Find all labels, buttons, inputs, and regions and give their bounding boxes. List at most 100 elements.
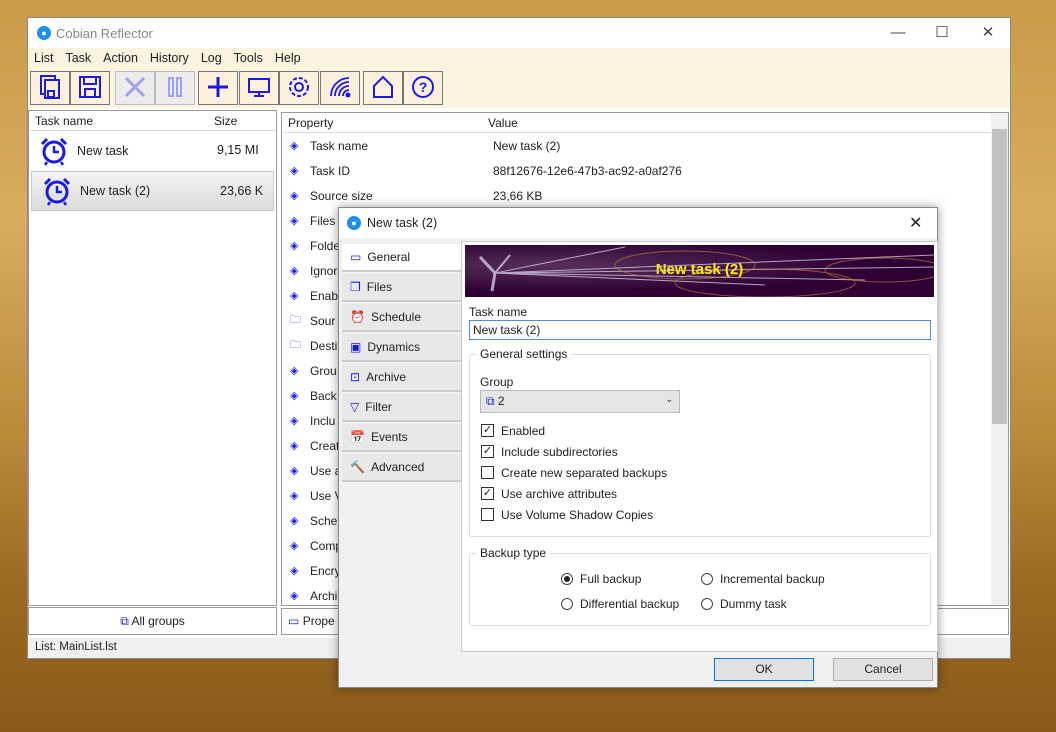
- tab-schedule[interactable]: ⏰ Schedule: [342, 304, 462, 332]
- tab-label: Dynamics: [367, 340, 421, 354]
- property-icon: ◈: [290, 390, 299, 402]
- property-name: Files: [310, 213, 336, 228]
- pause-button[interactable]: [155, 71, 195, 105]
- gear-icon: [286, 74, 312, 103]
- tab-icon: ⏰: [350, 310, 365, 324]
- property-name: Source size: [310, 188, 373, 203]
- pause-icon: [162, 74, 188, 103]
- maximize-button[interactable]: ☐: [922, 22, 962, 44]
- group-select[interactable]: ⧉ 2 ⌄: [480, 390, 680, 413]
- general-page: New task (2) Task name New task (2) Gene…: [461, 241, 938, 652]
- monitor-button[interactable]: [239, 71, 279, 105]
- signal-button[interactable]: [320, 71, 360, 105]
- menu-list[interactable]: List: [28, 48, 59, 65]
- tab-icon: ▣: [350, 340, 362, 354]
- property-header: Property Value: [282, 113, 1008, 133]
- save-list-button[interactable]: [30, 71, 70, 105]
- col-value[interactable]: Value: [488, 116, 518, 130]
- task-row[interactable]: New task 9,15 MI: [29, 131, 276, 171]
- checkbox[interactable]: [481, 466, 494, 479]
- ok-button[interactable]: OK: [714, 658, 814, 681]
- tab-label: Schedule: [370, 310, 421, 324]
- cancel-button[interactable]: Cancel: [833, 658, 933, 681]
- tab-filter[interactable]: ▽ Filter: [342, 394, 462, 422]
- radio-incremental-backup[interactable]: Incremental backup: [701, 568, 825, 589]
- property-icon: ◈: [290, 365, 299, 377]
- minimize-button[interactable]: —: [878, 22, 918, 44]
- tab-icon: ⊡: [350, 370, 361, 384]
- radio-button[interactable]: [561, 572, 573, 585]
- signal-icon: [327, 74, 353, 103]
- task-list-header: Task name Size: [29, 111, 276, 131]
- property-row[interactable]: ◈ Task ID 88f12676-12e6-47b3-ac92-a0af276: [282, 158, 1008, 183]
- tab-label: Archive: [366, 370, 407, 384]
- close-button[interactable]: ✕: [968, 22, 1008, 44]
- tab-files[interactable]: ❐ Files: [342, 274, 462, 302]
- monitor-icon: [246, 74, 272, 103]
- radio-full-backup[interactable]: Full backup: [561, 568, 641, 589]
- menu-log[interactable]: Log: [195, 48, 228, 65]
- checkbox-enabled[interactable]: ✓ Enabled: [481, 420, 667, 441]
- menu-tools[interactable]: Tools: [228, 48, 269, 65]
- checkbox-use-volume-shadow-copies[interactable]: Use Volume Shadow Copies: [481, 504, 667, 525]
- checkbox-use-archive-attributes[interactable]: ✓ Use archive attributes: [481, 483, 667, 504]
- radio-differential-backup[interactable]: Differential backup: [561, 593, 679, 614]
- menu-task[interactable]: Task: [59, 48, 97, 65]
- checkbox[interactable]: [481, 508, 494, 521]
- tab-dynamics[interactable]: ▣ Dynamics: [342, 334, 462, 362]
- property-name: Inclu: [310, 413, 336, 428]
- tab-archive[interactable]: ⊡ Archive: [342, 364, 462, 392]
- property-row[interactable]: ◈ Task name New task (2): [282, 133, 1008, 158]
- checkbox[interactable]: ✓: [481, 487, 494, 500]
- task-name-input[interactable]: New task (2): [469, 320, 931, 340]
- home-icon: [370, 74, 396, 103]
- property-icon: ◈: [290, 165, 299, 177]
- menu-help[interactable]: Help: [269, 48, 307, 65]
- task-name: New task (2): [80, 184, 151, 198]
- property-icon: ◈: [290, 565, 299, 577]
- gear-button[interactable]: [279, 71, 319, 105]
- dialog-close-button[interactable]: ✕: [909, 213, 922, 233]
- groups-icon: ⧉: [486, 394, 495, 408]
- property-value: 23,66 KB: [493, 189, 543, 203]
- checkbox[interactable]: ✓: [481, 445, 494, 458]
- task-name: New task: [77, 144, 129, 158]
- help-button[interactable]: ?: [403, 71, 443, 105]
- col-property[interactable]: Property: [288, 116, 333, 130]
- tab-icon: ❐: [350, 280, 361, 294]
- add-button[interactable]: [198, 71, 238, 105]
- menu-history[interactable]: History: [144, 48, 195, 65]
- home-button[interactable]: [363, 71, 403, 105]
- tab-general[interactable]: ▭ General: [342, 244, 462, 272]
- tab-events[interactable]: 📅 Events: [342, 424, 462, 452]
- delete-button[interactable]: [115, 71, 155, 105]
- property-row[interactable]: ◈ Source size 23,66 KB: [282, 183, 1008, 208]
- checkbox-include-subdirectories[interactable]: ✓ Include subdirectories: [481, 441, 667, 462]
- property-name: Desti: [310, 338, 338, 353]
- scrollbar[interactable]: [991, 113, 1008, 605]
- svg-text:?: ?: [419, 79, 428, 95]
- save-button[interactable]: [70, 71, 110, 105]
- radio-button[interactable]: [561, 597, 573, 610]
- tab-label: General: [367, 250, 411, 264]
- radio-label: Incremental backup: [720, 571, 825, 586]
- checkbox[interactable]: ✓: [481, 424, 494, 437]
- all-groups-button[interactable]: ⧉ All groups: [28, 607, 277, 635]
- checkbox-label: Create new separated backups: [501, 465, 668, 480]
- menu-action[interactable]: Action: [97, 48, 144, 65]
- tab-advanced[interactable]: 🔨 Advanced: [342, 454, 462, 482]
- col-size[interactable]: Size: [214, 114, 237, 128]
- radio-button[interactable]: [701, 597, 713, 610]
- title-bar: ● Cobian Reflector — ☐ ✕: [28, 18, 1010, 48]
- property-value: 88f12676-12e6-47b3-ac92-a0af276: [493, 164, 682, 178]
- task-row[interactable]: New task (2) 23,66 K: [31, 171, 274, 211]
- radio-button[interactable]: [701, 572, 713, 585]
- task-name-value: New task (2): [473, 323, 541, 337]
- radio-dummy-task[interactable]: Dummy task: [701, 593, 787, 614]
- add-icon: [205, 74, 231, 103]
- col-task-name[interactable]: Task name: [35, 114, 93, 128]
- checkbox-create-new-separated-backups[interactable]: Create new separated backups: [481, 462, 667, 483]
- scrollbar-thumb[interactable]: [992, 129, 1007, 424]
- backup-type-label: Backup type: [476, 546, 551, 560]
- radio-label: Differential backup: [580, 596, 680, 611]
